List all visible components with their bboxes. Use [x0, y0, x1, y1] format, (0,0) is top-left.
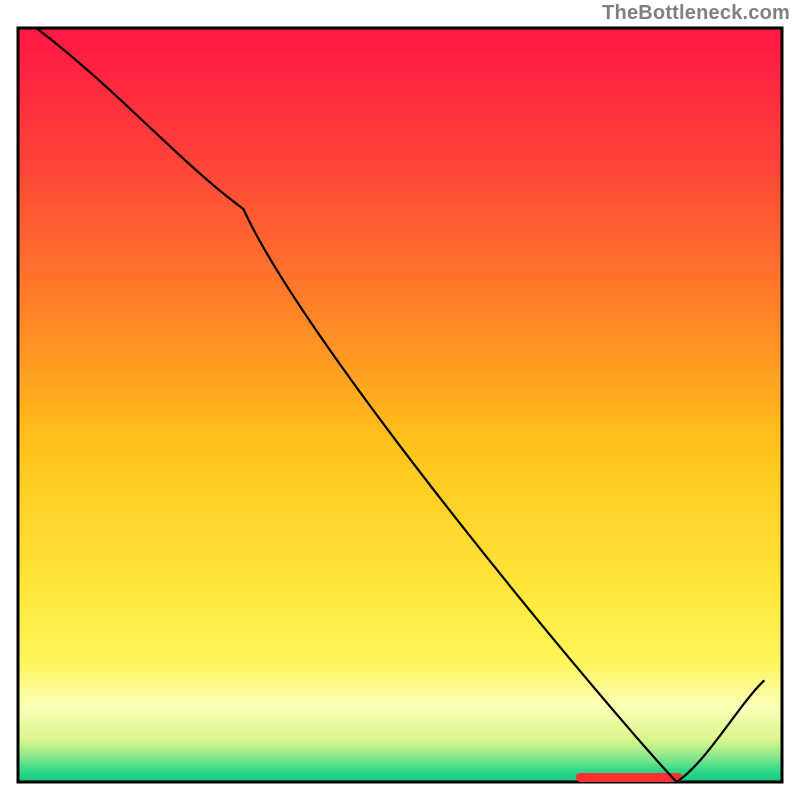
- bottleneck-chart: [0, 0, 800, 800]
- plot-background: [18, 28, 782, 782]
- optimal-marker: [576, 773, 683, 782]
- chart-container: { "attribution": "TheBottleneck.com", "c…: [0, 0, 800, 800]
